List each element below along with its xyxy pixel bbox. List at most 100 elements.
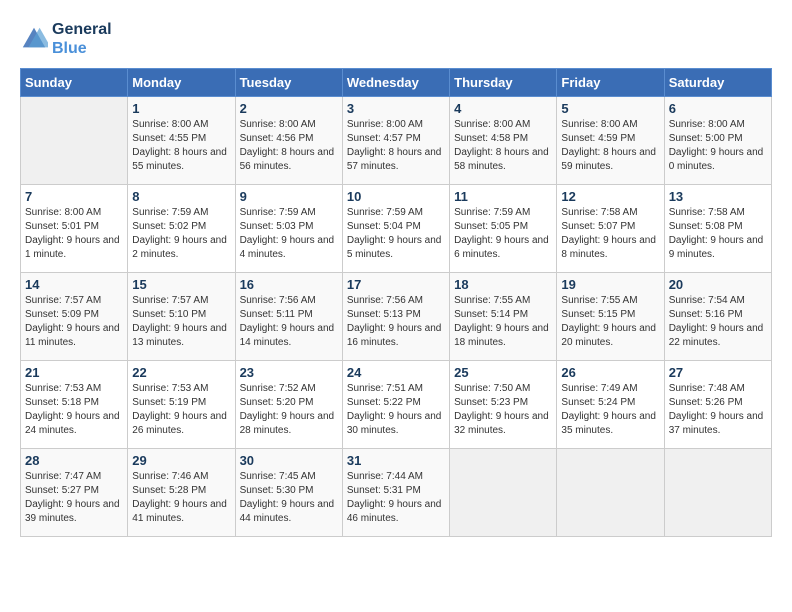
day-info: Sunrise: 8:00 AMSunset: 4:57 PMDaylight:… <box>347 118 445 174</box>
calendar-cell: 11 Sunrise: 7:59 AMSunset: 5:05 PMDayligh… <box>450 185 557 273</box>
calendar-cell <box>21 97 128 185</box>
calendar-cell: 30 Sunrise: 7:45 AMSunset: 5:30 PMDayligh… <box>235 449 342 537</box>
calendar-cell: 5 Sunrise: 8:00 AMSunset: 4:59 PMDaylight… <box>557 97 664 185</box>
calendar-week-3: 14 Sunrise: 7:57 AMSunset: 5:09 PMDayligh… <box>21 273 772 361</box>
day-info: Sunrise: 7:53 AMSunset: 5:19 PMDaylight:… <box>132 382 230 438</box>
day-number: 7 <box>25 189 123 204</box>
day-info: Sunrise: 7:58 AMSunset: 5:07 PMDaylight:… <box>561 206 659 262</box>
day-info: Sunrise: 7:55 AMSunset: 5:14 PMDaylight:… <box>454 294 552 350</box>
calendar-cell: 19 Sunrise: 7:55 AMSunset: 5:15 PMDayligh… <box>557 273 664 361</box>
day-number: 8 <box>132 189 230 204</box>
logo-text-line1: General <box>52 20 112 39</box>
weekday-header-wednesday: Wednesday <box>342 69 449 97</box>
calendar-cell: 21Sunrise: 7:53 AMSunset: 5:18 PMDayligh… <box>21 361 128 449</box>
day-info: Sunrise: 8:00 AMSunset: 4:55 PMDaylight:… <box>132 118 230 174</box>
calendar-cell: 29 Sunrise: 7:46 AMSunset: 5:28 PMDayligh… <box>128 449 235 537</box>
calendar-cell: 7 Sunrise: 8:00 AMSunset: 5:01 PMDaylight… <box>21 185 128 273</box>
logo-text-line2: Blue <box>52 39 112 58</box>
day-number: 9 <box>240 189 338 204</box>
day-info: Sunrise: 7:44 AMSunset: 5:31 PMDaylight:… <box>347 470 445 526</box>
day-number: 2 <box>240 101 338 116</box>
day-number: 28 <box>25 453 123 468</box>
day-number: 29 <box>132 453 230 468</box>
calendar-cell: 25 Sunrise: 7:50 AMSunset: 5:23 PMDayligh… <box>450 361 557 449</box>
day-number: 1 <box>132 101 230 116</box>
calendar-cell <box>664 449 771 537</box>
day-number: 15 <box>132 277 230 292</box>
calendar-week-4: 21Sunrise: 7:53 AMSunset: 5:18 PMDayligh… <box>21 361 772 449</box>
day-info: Sunrise: 7:57 AMSunset: 5:10 PMDaylight:… <box>132 294 230 350</box>
calendar-cell: 23Sunrise: 7:52 AMSunset: 5:20 PMDayligh… <box>235 361 342 449</box>
page-header: General Blue <box>20 20 772 58</box>
day-info: Sunrise: 7:48 AMSunset: 5:26 PMDaylight:… <box>669 382 767 438</box>
day-number: 20 <box>669 277 767 292</box>
day-info: Sunrise: 7:49 AMSunset: 5:24 PMDaylight:… <box>561 382 659 438</box>
calendar-table: SundayMondayTuesdayWednesdayThursdayFrid… <box>20 68 772 537</box>
day-number: 22 <box>132 365 230 380</box>
day-info: Sunrise: 7:57 AMSunset: 5:09 PMDaylight:… <box>25 294 123 350</box>
day-info: Sunrise: 7:59 AMSunset: 5:02 PMDaylight:… <box>132 206 230 262</box>
day-info: Sunrise: 7:59 AMSunset: 5:05 PMDaylight:… <box>454 206 552 262</box>
calendar-cell: 27 Sunrise: 7:48 AMSunset: 5:26 PMDayligh… <box>664 361 771 449</box>
calendar-week-5: 28 Sunrise: 7:47 AMSunset: 5:27 PMDayligh… <box>21 449 772 537</box>
weekday-header-saturday: Saturday <box>664 69 771 97</box>
day-info: Sunrise: 7:55 AMSunset: 5:15 PMDaylight:… <box>561 294 659 350</box>
day-number: 11 <box>454 189 552 204</box>
day-info: Sunrise: 7:56 AMSunset: 5:11 PMDaylight:… <box>240 294 338 350</box>
day-number: 13 <box>669 189 767 204</box>
day-info: Sunrise: 7:59 AMSunset: 5:04 PMDaylight:… <box>347 206 445 262</box>
calendar-cell: 24Sunrise: 7:51 AMSunset: 5:22 PMDayligh… <box>342 361 449 449</box>
day-info: Sunrise: 8:00 AMSunset: 4:59 PMDaylight:… <box>561 118 659 174</box>
day-info: Sunrise: 8:00 AMSunset: 4:56 PMDaylight:… <box>240 118 338 174</box>
day-number: 6 <box>669 101 767 116</box>
calendar-cell: 18 Sunrise: 7:55 AMSunset: 5:14 PMDayligh… <box>450 273 557 361</box>
calendar-cell: 14 Sunrise: 7:57 AMSunset: 5:09 PMDayligh… <box>21 273 128 361</box>
day-number: 31 <box>347 453 445 468</box>
weekday-header-friday: Friday <box>557 69 664 97</box>
calendar-cell: 8 Sunrise: 7:59 AMSunset: 5:02 PMDaylight… <box>128 185 235 273</box>
day-info: Sunrise: 7:45 AMSunset: 5:30 PMDaylight:… <box>240 470 338 526</box>
day-info: Sunrise: 8:00 AMSunset: 5:01 PMDaylight:… <box>25 206 123 262</box>
day-number: 25 <box>454 365 552 380</box>
day-info: Sunrise: 8:00 AMSunset: 5:00 PMDaylight:… <box>669 118 767 174</box>
day-number: 16 <box>240 277 338 292</box>
day-number: 3 <box>347 101 445 116</box>
day-info: Sunrise: 7:46 AMSunset: 5:28 PMDaylight:… <box>132 470 230 526</box>
calendar-cell: 10 Sunrise: 7:59 AMSunset: 5:04 PMDayligh… <box>342 185 449 273</box>
day-info: Sunrise: 7:51 AMSunset: 5:22 PMDaylight:… <box>347 382 445 438</box>
calendar-cell: 26 Sunrise: 7:49 AMSunset: 5:24 PMDayligh… <box>557 361 664 449</box>
day-info: Sunrise: 7:50 AMSunset: 5:23 PMDaylight:… <box>454 382 552 438</box>
calendar-cell: 2 Sunrise: 8:00 AMSunset: 4:56 PMDaylight… <box>235 97 342 185</box>
calendar-cell: 1 Sunrise: 8:00 AMSunset: 4:55 PMDaylight… <box>128 97 235 185</box>
calendar-cell: 17Sunrise: 7:56 AMSunset: 5:13 PMDayligh… <box>342 273 449 361</box>
day-number: 26 <box>561 365 659 380</box>
calendar-cell: 13Sunrise: 7:58 AMSunset: 5:08 PMDayligh… <box>664 185 771 273</box>
calendar-cell: 15 Sunrise: 7:57 AMSunset: 5:10 PMDayligh… <box>128 273 235 361</box>
day-number: 4 <box>454 101 552 116</box>
calendar-week-2: 7 Sunrise: 8:00 AMSunset: 5:01 PMDaylight… <box>21 185 772 273</box>
logo-icon <box>20 25 48 53</box>
day-number: 17 <box>347 277 445 292</box>
day-number: 18 <box>454 277 552 292</box>
weekday-header-thursday: Thursday <box>450 69 557 97</box>
day-info: Sunrise: 7:52 AMSunset: 5:20 PMDaylight:… <box>240 382 338 438</box>
day-info: Sunrise: 8:00 AMSunset: 4:58 PMDaylight:… <box>454 118 552 174</box>
calendar-week-1: 1 Sunrise: 8:00 AMSunset: 4:55 PMDaylight… <box>21 97 772 185</box>
day-info: Sunrise: 7:47 AMSunset: 5:27 PMDaylight:… <box>25 470 123 526</box>
day-number: 30 <box>240 453 338 468</box>
weekday-header-sunday: Sunday <box>21 69 128 97</box>
day-number: 10 <box>347 189 445 204</box>
day-info: Sunrise: 7:54 AMSunset: 5:16 PMDaylight:… <box>669 294 767 350</box>
logo: General Blue <box>20 20 112 58</box>
calendar-cell: 22 Sunrise: 7:53 AMSunset: 5:19 PMDayligh… <box>128 361 235 449</box>
calendar-cell: 12 Sunrise: 7:58 AMSunset: 5:07 PMDayligh… <box>557 185 664 273</box>
day-number: 5 <box>561 101 659 116</box>
calendar-cell <box>450 449 557 537</box>
calendar-cell: 3 Sunrise: 8:00 AMSunset: 4:57 PMDaylight… <box>342 97 449 185</box>
calendar-header-row: SundayMondayTuesdayWednesdayThursdayFrid… <box>21 69 772 97</box>
day-number: 27 <box>669 365 767 380</box>
day-number: 19 <box>561 277 659 292</box>
calendar-body: 1 Sunrise: 8:00 AMSunset: 4:55 PMDaylight… <box>21 97 772 537</box>
day-number: 12 <box>561 189 659 204</box>
day-number: 14 <box>25 277 123 292</box>
